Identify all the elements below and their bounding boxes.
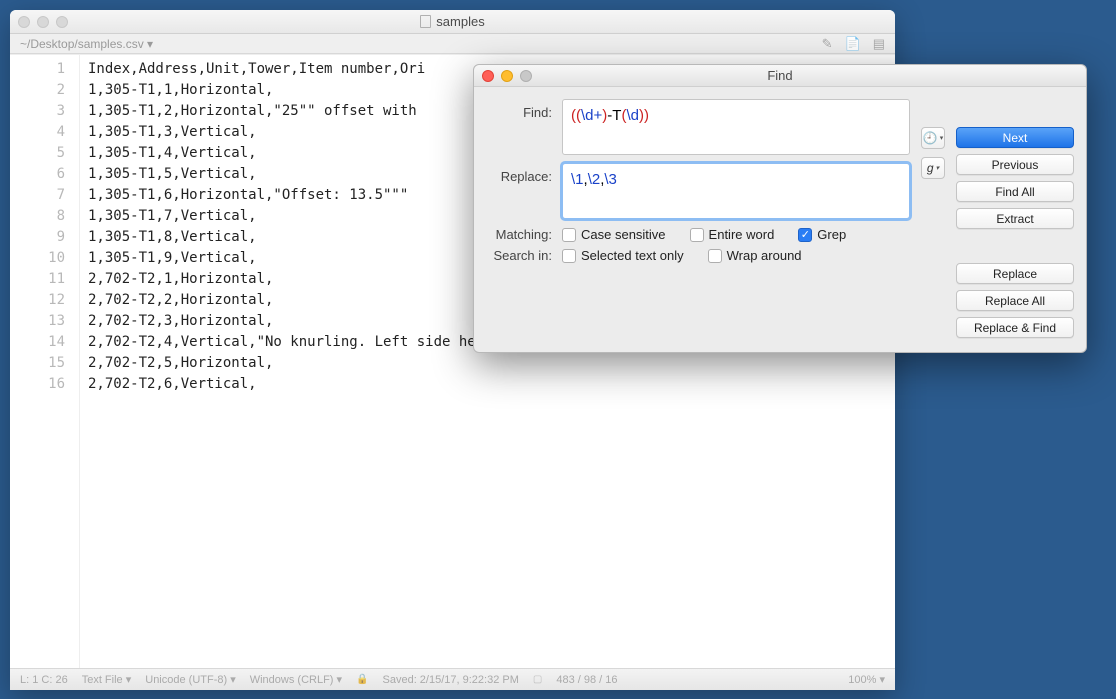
- document-icon: [420, 15, 431, 28]
- selected-text-checkbox[interactable]: Selected text only: [562, 248, 684, 263]
- grep-checkbox[interactable]: ✓Grep: [798, 227, 846, 242]
- close-icon[interactable]: [18, 16, 30, 28]
- matching-label: Matching:: [486, 227, 562, 242]
- zoom-level[interactable]: 100% ▾: [848, 673, 885, 686]
- edit-icon[interactable]: ✎: [822, 36, 833, 52]
- pattern-menu-icon[interactable]: g▾: [921, 157, 945, 179]
- find-window-title: Find: [474, 68, 1086, 83]
- window-title: samples: [10, 14, 895, 29]
- replace-label: Replace:: [486, 163, 562, 184]
- wrap-around-checkbox[interactable]: Wrap around: [708, 248, 802, 263]
- line-ending[interactable]: Windows (CRLF) ▾: [250, 673, 342, 686]
- case-sensitive-checkbox[interactable]: Case sensitive: [562, 227, 666, 242]
- editor-titlebar[interactable]: samples: [10, 10, 895, 34]
- line-gutter: 12345678910111213141516: [10, 55, 80, 668]
- history-icon[interactable]: 🕘▾: [921, 127, 945, 149]
- find-form: Find: ((\d+)-T(\d)) Replace: \1,\2,\3 Ma…: [486, 99, 910, 338]
- lock-icon[interactable]: 🔒: [356, 674, 368, 685]
- find-side-tools: 🕘▾ g▾: [920, 99, 946, 338]
- next-button[interactable]: Next: [956, 127, 1074, 148]
- cursor-position: L: 1 C: 26: [20, 674, 68, 686]
- entire-word-checkbox[interactable]: Entire word: [690, 227, 775, 242]
- status-bar: L: 1 C: 26 Text File ▾ Unicode (UTF-8) ▾…: [10, 668, 895, 690]
- saved-time: Saved: 2/15/17, 9:22:32 PM: [383, 674, 519, 686]
- minimize-icon[interactable]: [37, 16, 49, 28]
- file-path[interactable]: ~/Desktop/samples.csv ▾: [20, 37, 153, 51]
- replace-find-button[interactable]: Replace & Find: [956, 317, 1074, 338]
- replace-button[interactable]: Replace: [956, 263, 1074, 284]
- zoom-icon[interactable]: [56, 16, 68, 28]
- encoding[interactable]: Unicode (UTF-8) ▾: [145, 673, 235, 686]
- find-input[interactable]: ((\d+)-T(\d)): [562, 99, 910, 155]
- doc-type[interactable]: Text File ▾: [82, 673, 132, 686]
- find-buttons: Next Previous Find All Extract Replace R…: [956, 99, 1074, 338]
- sheet-icon[interactable]: ▤: [873, 36, 885, 52]
- title-text: samples: [436, 14, 484, 29]
- doc-stats: 483 / 98 / 16: [556, 674, 617, 686]
- previous-button[interactable]: Previous: [956, 154, 1074, 175]
- find-label: Find:: [486, 99, 562, 120]
- toolbar-icons: ✎ 📄 ▤: [822, 36, 885, 52]
- find-all-button[interactable]: Find All: [956, 181, 1074, 202]
- traffic-lights: [18, 16, 68, 28]
- path-bar: ~/Desktop/samples.csv ▾ ✎ 📄 ▤: [10, 34, 895, 54]
- find-dialog: Find Find: ((\d+)-T(\d)) Replace: \1,\2,…: [473, 64, 1087, 353]
- replace-all-button[interactable]: Replace All: [956, 290, 1074, 311]
- page-icon: ▢: [533, 674, 542, 685]
- find-titlebar[interactable]: Find: [474, 65, 1086, 87]
- replace-input[interactable]: \1,\2,\3: [562, 163, 910, 219]
- extract-button[interactable]: Extract: [956, 208, 1074, 229]
- search-in-label: Search in:: [486, 248, 562, 263]
- doc-icon[interactable]: 📄: [845, 36, 861, 52]
